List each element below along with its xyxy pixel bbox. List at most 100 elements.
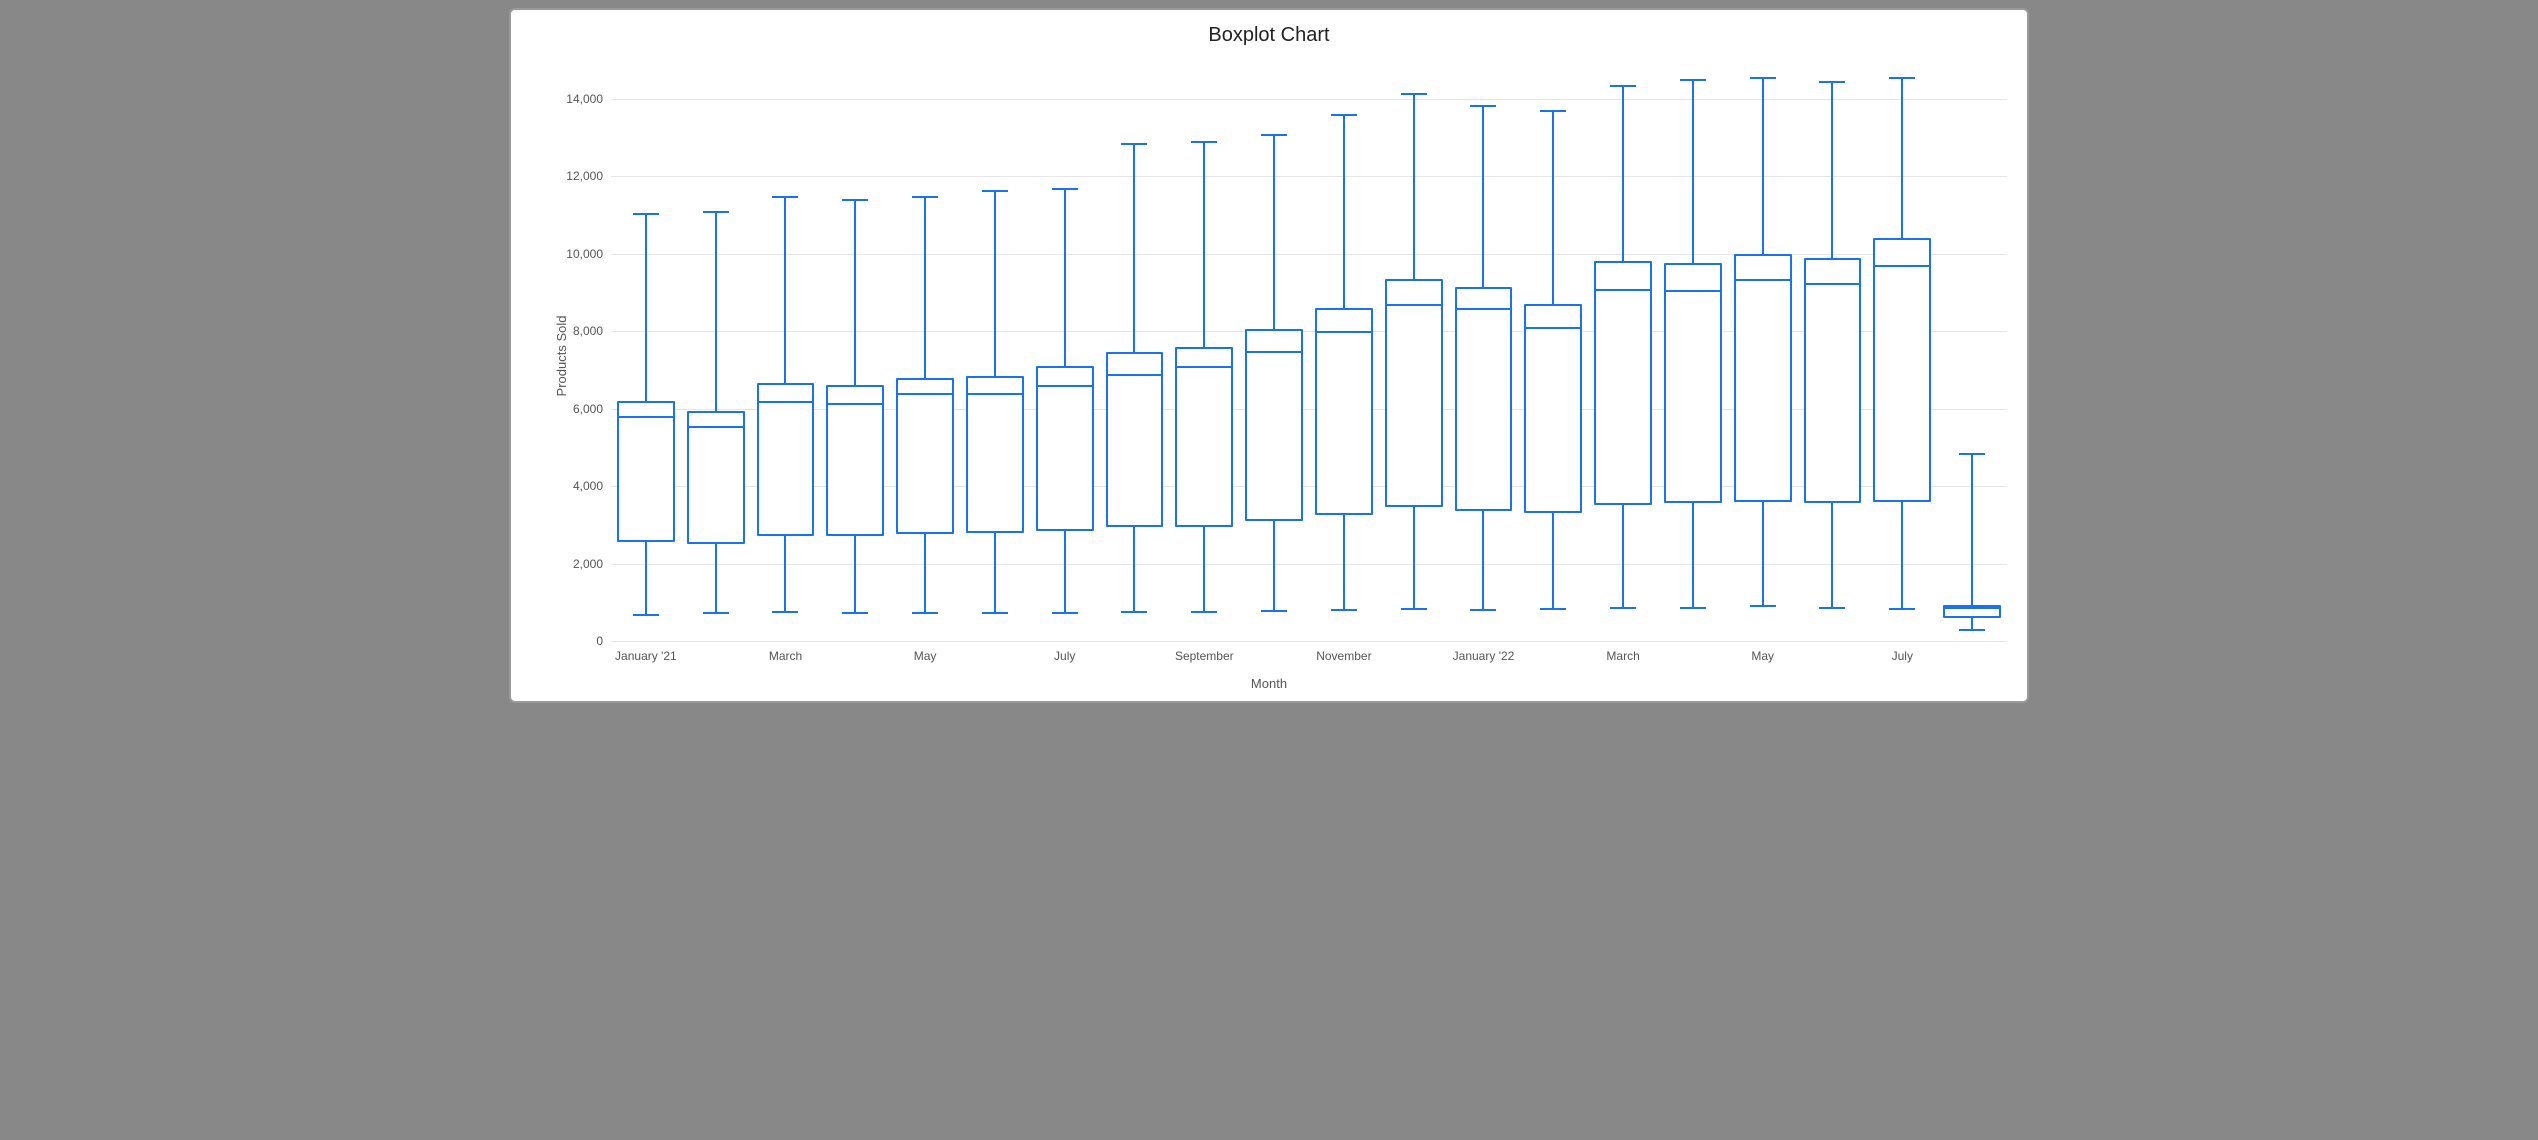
- box-rect: [1385, 279, 1443, 508]
- box-rect: [1245, 329, 1303, 521]
- x-tick-label: July: [1054, 649, 1075, 663]
- whisker-cap-top: [1610, 85, 1636, 87]
- whisker-cap-bottom: [1191, 611, 1217, 613]
- box-rect: [896, 378, 954, 535]
- x-tick-label: January '22: [1453, 649, 1515, 663]
- median-line: [1734, 279, 1792, 281]
- grid-line: [611, 641, 2007, 642]
- whisker-cap-top: [1959, 453, 1985, 455]
- boxplot-group: [751, 60, 821, 641]
- box-rect: [1664, 263, 1722, 503]
- y-tick-label: 4,000: [573, 479, 603, 493]
- y-axis-label: Products Sold: [554, 315, 569, 396]
- whisker-cap-bottom: [1750, 605, 1776, 607]
- x-tick-label: March: [1606, 649, 1639, 663]
- whisker-cap-bottom: [1959, 629, 1985, 631]
- chart-frame: Boxplot Chart Products Sold Month 02,000…: [509, 8, 2029, 703]
- whisker-cap-top: [912, 196, 938, 198]
- boxplot-group: [1379, 60, 1449, 641]
- whisker-cap-bottom: [1261, 610, 1287, 612]
- box-rect: [1175, 347, 1233, 527]
- boxplot-group: [1518, 60, 1588, 641]
- x-tick-label: November: [1316, 649, 1371, 663]
- whisker-cap-top: [1052, 188, 1078, 190]
- whisker-cap-top: [1889, 77, 1915, 79]
- median-line: [1804, 283, 1862, 285]
- boxplot-group: [1239, 60, 1309, 641]
- whisker-cap-bottom: [703, 612, 729, 614]
- whisker-cap-top: [1470, 105, 1496, 107]
- boxplot-group: [1449, 60, 1519, 641]
- whisker-cap-bottom: [1121, 611, 1147, 613]
- box-rect: [966, 376, 1024, 533]
- whisker-cap-top: [1680, 79, 1706, 81]
- box-rect: [826, 385, 884, 536]
- x-tick-label: July: [1892, 649, 1913, 663]
- boxplot-group: [960, 60, 1030, 641]
- box-rect: [1315, 308, 1373, 515]
- median-line: [826, 403, 884, 405]
- whisker-cap-top: [1191, 141, 1217, 143]
- median-line: [1245, 351, 1303, 353]
- boxplot-group: [1867, 60, 1937, 641]
- whisker-cap-top: [772, 196, 798, 198]
- box-rect: [1594, 261, 1652, 505]
- box-rect: [1106, 352, 1164, 526]
- y-tick-label: 14,000: [566, 92, 603, 106]
- whisker-cap-bottom: [633, 614, 659, 616]
- y-tick-label: 8,000: [573, 324, 603, 338]
- box-rect: [1524, 304, 1582, 513]
- box-rect: [617, 401, 675, 542]
- whisker-cap-top: [982, 190, 1008, 192]
- whisker-cap-bottom: [1610, 607, 1636, 609]
- whisker-line: [1971, 453, 1973, 629]
- median-line: [896, 393, 954, 395]
- y-tick-label: 0: [596, 634, 603, 648]
- median-line: [1175, 366, 1233, 368]
- whisker-cap-bottom: [982, 612, 1008, 614]
- box-rect: [1036, 366, 1094, 531]
- whisker-cap-top: [1331, 114, 1357, 116]
- median-line: [687, 426, 745, 428]
- box-rect: [687, 411, 745, 545]
- x-tick-label: May: [1751, 649, 1774, 663]
- whisker-cap-top: [1750, 77, 1776, 79]
- x-tick-label: January '21: [615, 649, 677, 663]
- boxplot-group: [1658, 60, 1728, 641]
- median-line: [1664, 290, 1722, 292]
- whisker-cap-top: [1261, 134, 1287, 136]
- whisker-cap-top: [1540, 110, 1566, 112]
- boxplot-group: [1169, 60, 1239, 641]
- median-line: [966, 393, 1024, 395]
- box-rect: [1873, 238, 1931, 501]
- whisker-cap-top: [1819, 81, 1845, 83]
- boxplot-group: [1937, 60, 2007, 641]
- chart-title: Boxplot Chart: [511, 24, 2027, 47]
- y-tick-label: 12,000: [566, 169, 603, 183]
- boxplot-group: [1728, 60, 1798, 641]
- x-tick-label: March: [769, 649, 802, 663]
- whisker-cap-bottom: [1052, 612, 1078, 614]
- median-line: [1873, 265, 1931, 267]
- whisker-cap-top: [842, 199, 868, 201]
- x-tick-label: September: [1175, 649, 1234, 663]
- box-rect: [757, 383, 815, 536]
- median-line: [1106, 374, 1164, 376]
- whisker-cap-bottom: [1470, 609, 1496, 611]
- box-rect: [1455, 287, 1513, 512]
- whisker-cap-bottom: [842, 612, 868, 614]
- median-line: [1455, 308, 1513, 310]
- whisker-cap-top: [703, 211, 729, 213]
- whisker-cap-bottom: [912, 612, 938, 614]
- whisker-cap-bottom: [1540, 608, 1566, 610]
- median-line: [757, 401, 815, 403]
- median-line: [1524, 327, 1582, 329]
- boxplot-group: [1588, 60, 1658, 641]
- plot-area: 02,0004,0006,0008,00010,00012,00014,000J…: [611, 60, 2007, 641]
- whisker-cap-bottom: [1331, 609, 1357, 611]
- x-axis-label: Month: [511, 676, 2027, 691]
- boxplot-group: [681, 60, 751, 641]
- box-rect: [1804, 258, 1862, 504]
- whisker-cap-top: [1401, 93, 1427, 95]
- whisker-cap-bottom: [1680, 607, 1706, 609]
